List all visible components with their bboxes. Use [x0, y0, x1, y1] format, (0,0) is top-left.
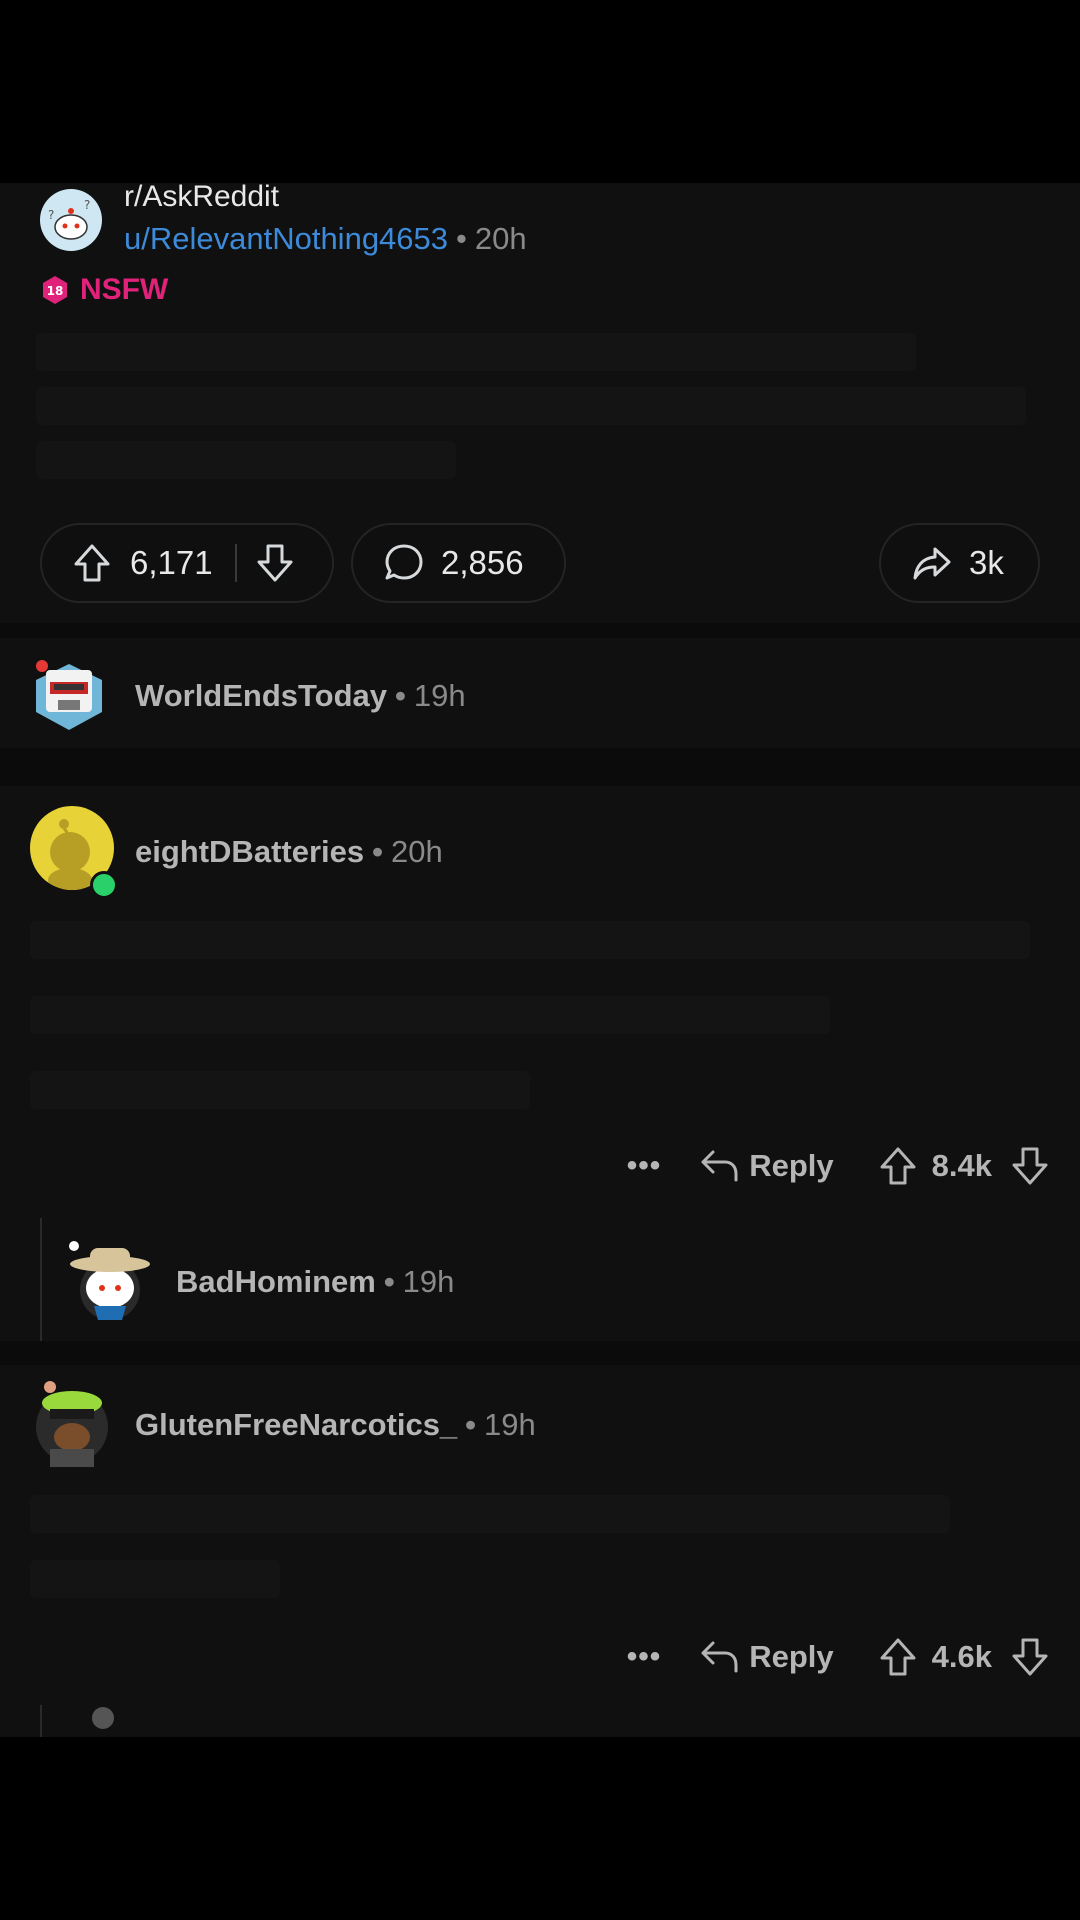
- feed-content: ? ? r/AskReddit u/RelevantNothing4653 • 20…: [0, 183, 1080, 1737]
- more-icon[interactable]: •••: [627, 1149, 662, 1183]
- vote-count: 8.4k: [931, 1148, 992, 1183]
- subreddit-name[interactable]: r/AskReddit: [124, 183, 279, 214]
- downvote-icon[interactable]: [1010, 1636, 1050, 1678]
- upvote-icon[interactable]: [878, 1636, 918, 1678]
- comment-username[interactable]: BadHominem • 19h: [176, 1264, 454, 1300]
- thread-line: [40, 1705, 42, 1737]
- vote-count: 4.6k: [931, 1639, 992, 1674]
- nsfw-label: NSFW: [80, 273, 169, 306]
- blurred-text: [36, 333, 916, 371]
- reply-icon: [701, 1150, 738, 1182]
- blurred-text: [30, 1495, 950, 1533]
- blurred-text: [30, 1071, 530, 1109]
- avatar[interactable]: [28, 1379, 116, 1467]
- vote-pill: 6,171: [40, 523, 334, 603]
- blurred-text: [30, 996, 830, 1034]
- blurred-text: [30, 921, 1030, 959]
- online-indicator: [90, 871, 118, 899]
- reply-button[interactable]: Reply: [699, 1148, 834, 1184]
- avatar[interactable]: [66, 1236, 158, 1328]
- nsfw-badge-icon: 18: [43, 276, 67, 304]
- blurred-text: [30, 1560, 280, 1598]
- vote-divider: [234, 544, 237, 582]
- upvote-icon[interactable]: [72, 542, 112, 584]
- meta-separator: •: [456, 221, 467, 256]
- upvote-icon[interactable]: [878, 1145, 918, 1187]
- comments-button[interactable]: 2,856: [351, 523, 566, 603]
- thread-line: [40, 1218, 42, 1341]
- share-count: 3k: [969, 544, 1004, 581]
- comment-icon: [385, 544, 423, 580]
- downvote-icon[interactable]: [255, 542, 295, 584]
- svg-text:?: ?: [48, 208, 54, 222]
- comment-collapsed[interactable]: WorldEndsToday • 19h: [0, 638, 1080, 748]
- comment-actions: ••• Reply 8.4k: [627, 1141, 1050, 1191]
- avatar[interactable]: [28, 652, 110, 734]
- svg-text:?: ?: [84, 198, 90, 212]
- upvote-count: 6,171: [130, 544, 213, 581]
- comment-count: 2,856: [441, 544, 524, 581]
- downvote-icon[interactable]: [1010, 1145, 1050, 1187]
- reply-icon: [701, 1641, 738, 1673]
- reply-button[interactable]: Reply: [699, 1639, 834, 1675]
- blurred-text: [36, 387, 1026, 425]
- share-icon: [913, 547, 951, 580]
- comment-actions: ••• Reply 4.6k: [627, 1632, 1050, 1682]
- nsfw-badge-text: 18: [47, 284, 64, 298]
- post-card[interactable]: ? ? r/AskReddit u/RelevantNothing4653 • 20…: [0, 183, 1080, 623]
- blurred-text: [36, 441, 456, 479]
- nsfw-tag: 18 NSFW: [40, 273, 168, 307]
- post-author[interactable]: u/RelevantNothing4653: [124, 221, 448, 256]
- comment-username[interactable]: WorldEndsToday • 19h: [135, 678, 466, 714]
- comment: GlutenFreeNarcotics_ • 19h ••• Reply 4.6k: [0, 1365, 1080, 1737]
- subreddit-avatar[interactable]: ? ?: [40, 189, 102, 251]
- comment-username[interactable]: GlutenFreeNarcotics_ • 19h: [135, 1407, 536, 1443]
- more-icon[interactable]: •••: [627, 1640, 662, 1674]
- avatar[interactable]: [92, 1707, 114, 1729]
- share-button[interactable]: 3k: [879, 523, 1040, 603]
- comment: eightDBatteries • 20h ••• Reply 8.4k Bad…: [0, 786, 1080, 1341]
- comment-username[interactable]: eightDBatteries • 20h: [135, 834, 443, 870]
- post-time: 20h: [474, 221, 527, 256]
- post-meta: u/RelevantNothing4653 • 20h: [124, 221, 527, 257]
